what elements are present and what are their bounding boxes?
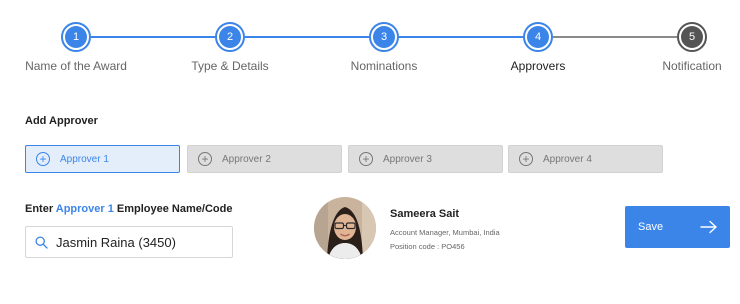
step-4-label: Approvers [510,59,566,73]
stepper-connector [553,36,677,38]
step-number: 2 [219,26,241,48]
employee-search-input[interactable] [56,234,226,250]
approver-4-tab[interactable]: + Approver 4 [508,145,663,173]
stepper-connector [245,36,369,38]
save-button[interactable]: Save [625,206,730,248]
profile-position-code: Position code : PO456 [390,242,465,251]
save-label: Save [638,221,664,233]
plus-circle-icon: + [359,152,373,166]
progress-stepper: 1 2 3 4 5 Name of the Award Type & Detai… [0,0,740,90]
step-number: 3 [373,26,395,48]
approver-3-tab[interactable]: + Approver 3 [348,145,503,173]
add-approver-heading: Add Approver [25,115,98,127]
plus-circle-icon: + [519,152,533,166]
step-5-marker[interactable]: 5 [677,22,707,52]
step-number: 4 [527,26,549,48]
label-approver-highlight: Approver 1 [55,203,114,215]
profile-name: Sameera Sait [390,208,460,220]
approver-1-tab[interactable]: + Approver 1 [25,145,180,173]
search-icon [35,235,48,249]
employee-search-field[interactable] [25,226,233,258]
stepper-connector [91,36,215,38]
step-number: 5 [681,26,703,48]
arrow-right-icon [700,220,717,234]
profile-photo [314,197,376,259]
step-3-label: Nominations [350,59,418,73]
plus-circle-icon: + [36,152,50,166]
step-2-marker[interactable]: 2 [215,22,245,52]
label-prefix: Enter [25,203,56,215]
label-suffix: Employee Name/Code [113,203,233,215]
approver-tab-label: Approver 4 [543,153,592,165]
step-1-marker[interactable]: 1 [61,22,91,52]
approver-2-tab[interactable]: + Approver 2 [187,145,342,173]
plus-circle-icon: + [198,152,212,166]
approver-tab-label: Approver 3 [383,153,432,165]
step-number: 1 [65,26,87,48]
step-5-label: Notification [662,59,722,73]
step-4-marker[interactable]: 4 [523,22,553,52]
approver-tab-label: Approver 2 [222,153,271,165]
step-1-label: Name of the Award [25,59,127,73]
step-3-marker[interactable]: 3 [369,22,399,52]
step-2-label: Type & Details [191,59,269,73]
employee-search-label: Enter Approver 1 Employee Name/Code [25,203,232,215]
approver-tab-label: Approver 1 [60,153,109,165]
stepper-connector [399,36,523,38]
avatar [314,197,376,259]
profile-role: Account Manager, Mumbai, India [390,228,500,237]
